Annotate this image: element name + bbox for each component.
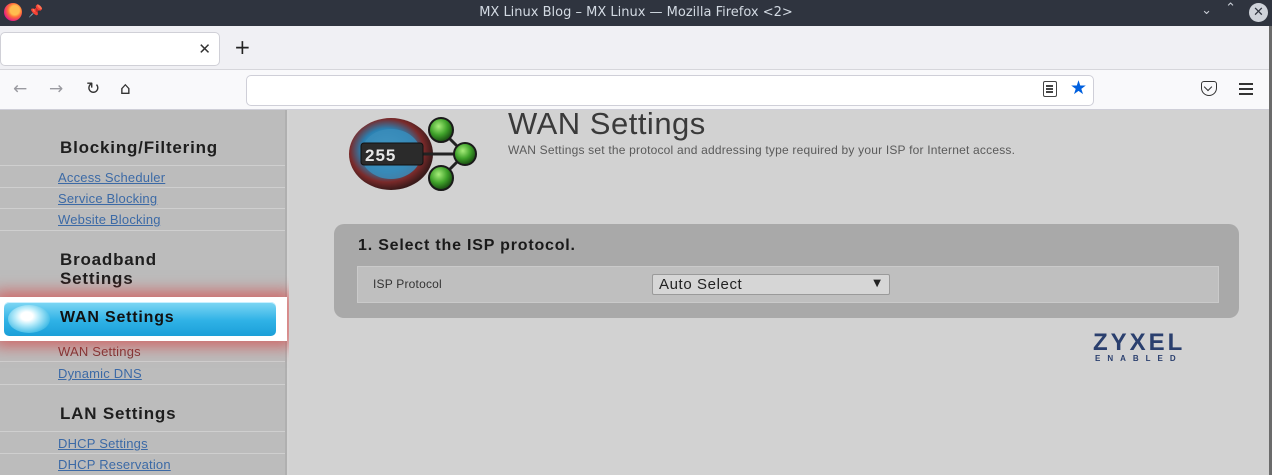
- sidebar-link-dhcp-settings[interactable]: DHCP Settings: [58, 436, 148, 451]
- sidebar-link-dynamic-dns[interactable]: Dynamic DNS: [58, 366, 142, 381]
- divider: [0, 453, 285, 454]
- network-logo-icon: 255: [349, 117, 477, 191]
- bookmark-star-icon[interactable]: ★: [1070, 77, 1087, 99]
- brand-name: ZYXEL: [1093, 329, 1186, 356]
- tab-strip: ✕ +: [0, 26, 1272, 70]
- chevron-down-icon[interactable]: ⌄: [1201, 3, 1212, 18]
- home-icon[interactable]: ⌂: [120, 79, 131, 99]
- hamburger-menu-icon[interactable]: [1239, 83, 1253, 85]
- sidebar-link-service-blocking[interactable]: Service Blocking: [58, 191, 157, 206]
- divider: [0, 431, 285, 432]
- isp-protocol-label: ISP Protocol: [373, 277, 442, 291]
- sidebar-link-website-blocking[interactable]: Website Blocking: [58, 212, 161, 227]
- sidebar-link-dhcp-reservation[interactable]: DHCP Reservation: [58, 457, 171, 472]
- window-title: MX Linux Blog – MX Linux — Mozilla Firef…: [479, 5, 793, 20]
- zyxel-logo: ZYXEL ENABLED: [1093, 329, 1223, 365]
- reload-icon[interactable]: ↻: [86, 79, 100, 99]
- window-titlebar: 📌 MX Linux Blog – MX Linux — Mozilla Fir…: [0, 0, 1272, 26]
- divider: [0, 230, 285, 231]
- wan-settings-button[interactable]: WAN Settings: [4, 302, 276, 336]
- isp-protocol-select[interactable]: Auto Select ▼: [652, 274, 890, 295]
- chevron-up-icon[interactable]: ⌃: [1225, 1, 1236, 16]
- browser-tab[interactable]: ✕: [0, 32, 220, 66]
- tab-close-icon[interactable]: ✕: [198, 40, 211, 58]
- nav-toolbar: ← → ↻ ⌂ ★: [0, 70, 1272, 110]
- divider: [0, 208, 285, 209]
- globe-orb-icon: [8, 305, 50, 333]
- divider: [0, 165, 285, 166]
- isp-protocol-value: Auto Select: [659, 276, 743, 293]
- sidebar-link-wan-settings[interactable]: WAN Settings: [58, 344, 141, 359]
- sidebar-heading-broadband: Broadband Settings: [60, 250, 157, 288]
- sidebar-heading-lan: LAN Settings: [60, 404, 177, 423]
- back-arrow-icon[interactable]: ←: [13, 79, 27, 99]
- page-title: WAN Settings: [508, 110, 706, 141]
- divider: [0, 361, 285, 362]
- divider: [0, 384, 285, 385]
- window-close-icon[interactable]: ✕: [1249, 3, 1268, 22]
- isp-protocol-row: ISP Protocol Auto Select ▼: [357, 266, 1219, 303]
- sidebar: Blocking/Filtering Access Scheduler Serv…: [0, 110, 287, 475]
- page-description: WAN Settings set the protocol and addres…: [508, 143, 1016, 157]
- reader-view-icon[interactable]: [1043, 81, 1057, 97]
- sidebar-link-access-scheduler[interactable]: Access Scheduler: [58, 170, 165, 185]
- forward-arrow-icon[interactable]: →: [49, 79, 63, 99]
- page-content: Blocking/Filtering Access Scheduler Serv…: [0, 110, 1272, 475]
- divider: [0, 187, 285, 188]
- brand-tagline: ENABLED: [1095, 354, 1183, 363]
- panel-title: 1. Select the ISP protocol.: [358, 237, 576, 254]
- logo-number: 255: [365, 146, 396, 165]
- url-bar[interactable]: ★: [246, 75, 1094, 106]
- new-tab-icon[interactable]: +: [234, 36, 251, 58]
- pocket-icon[interactable]: [1201, 81, 1217, 96]
- wan-settings-highlight: WAN Settings: [0, 297, 287, 341]
- isp-protocol-panel: 1. Select the ISP protocol. ISP Protocol…: [334, 224, 1239, 318]
- main-panel: 255 WAN Settings WAN Settings set the pr…: [289, 110, 1272, 475]
- sidebar-heading-blocking: Blocking/Filtering: [60, 138, 218, 157]
- wan-settings-button-label: WAN Settings: [60, 309, 175, 326]
- dropdown-arrow-icon: ▼: [873, 278, 881, 289]
